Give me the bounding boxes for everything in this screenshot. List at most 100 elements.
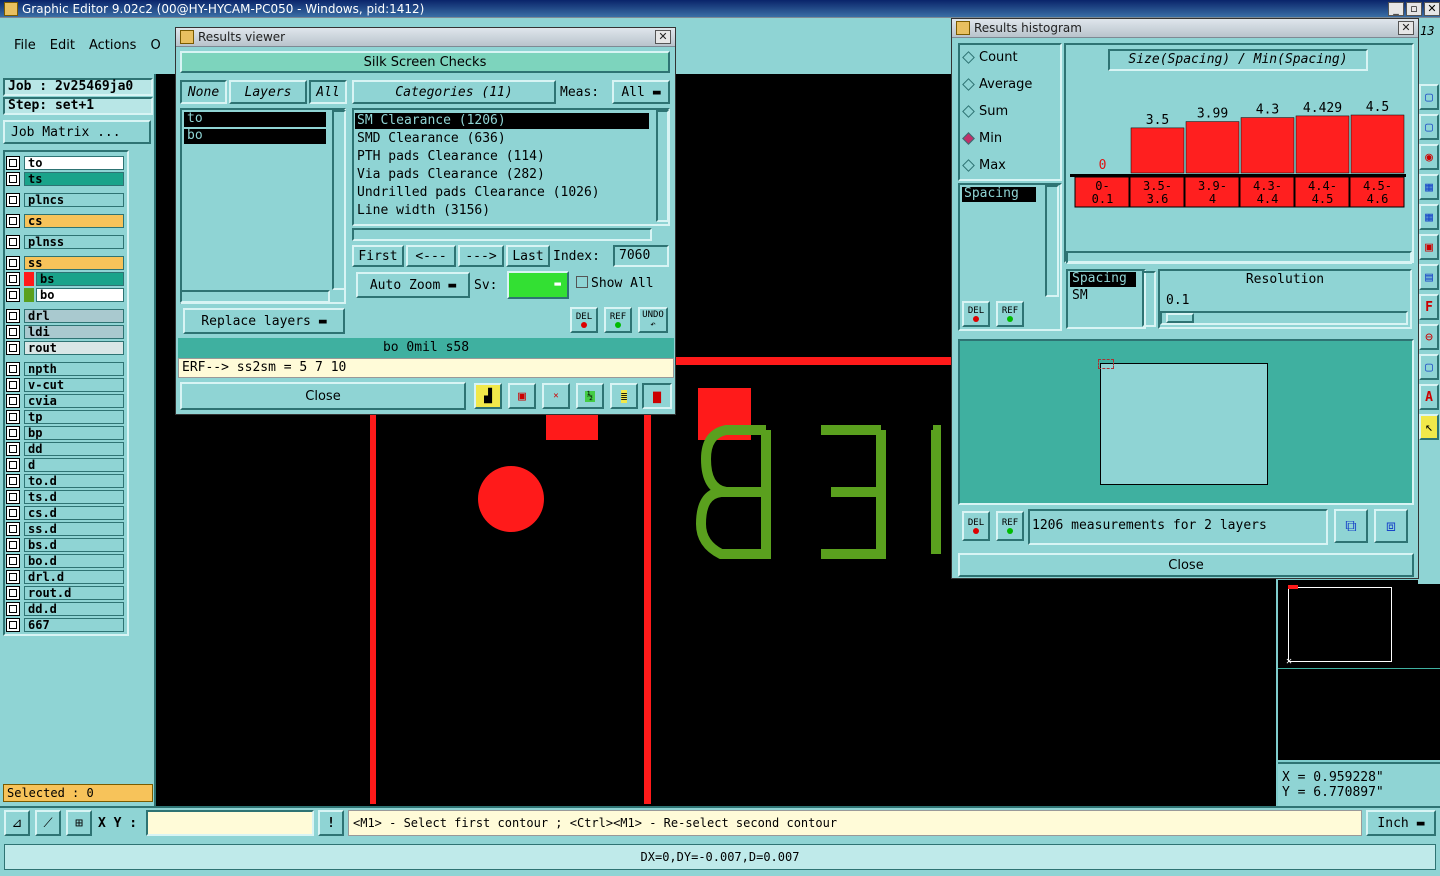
- tool-icon[interactable]: ⊖: [1419, 324, 1439, 350]
- last-button[interactable]: Last: [506, 245, 550, 267]
- job-matrix-button[interactable]: Job Matrix ...: [3, 120, 151, 144]
- layer-row-ss.d[interactable]: ss.d: [6, 521, 124, 536]
- layers-button[interactable]: Layers: [229, 80, 307, 104]
- layer-checkbox[interactable]: [6, 171, 20, 186]
- option-min[interactable]: Min: [962, 131, 1002, 146]
- tool-icon[interactable]: ▣: [1419, 234, 1439, 260]
- undo-button[interactable]: UNDO ↶: [638, 307, 668, 333]
- layer-checkbox[interactable]: [6, 441, 20, 456]
- layer-row-dd.d[interactable]: dd.d: [6, 601, 124, 616]
- layer-row-cs[interactable]: cs: [6, 213, 124, 228]
- resolution-slider[interactable]: [1160, 311, 1408, 325]
- first-button[interactable]: First: [352, 245, 404, 267]
- measure-scrollbar[interactable]: [1045, 185, 1059, 297]
- layer-row-plnss[interactable]: plnss: [6, 234, 124, 249]
- next-button[interactable]: --->: [458, 245, 504, 267]
- category-item[interactable]: Via pads Clearance (282): [355, 167, 649, 183]
- layer-checkbox[interactable]: [6, 473, 20, 488]
- preview-del-button[interactable]: DEL: [962, 511, 990, 541]
- layer-row-npth[interactable]: npth: [6, 361, 124, 376]
- layer-checkbox[interactable]: [6, 287, 20, 302]
- layer-checkbox[interactable]: [6, 393, 20, 408]
- replace-layers-dropdown[interactable]: Replace layers ▬: [183, 308, 345, 334]
- import-icon[interactable]: ⧈: [1374, 509, 1408, 543]
- menu-actions[interactable]: Actions: [89, 38, 137, 53]
- ref-cross-icon[interactable]: ✕: [542, 383, 570, 409]
- app-title-bar[interactable]: Graphic Editor 9.02c2 (00@HY-HYCAM-PC050…: [0, 0, 1440, 18]
- auto-zoom-dropdown[interactable]: Auto Zoom ▬: [356, 272, 470, 298]
- layer-checkbox[interactable]: [6, 569, 20, 584]
- close-icon[interactable]: ✕: [1398, 21, 1414, 35]
- hist-ref-button[interactable]: REF: [996, 301, 1024, 327]
- menu-options[interactable]: O: [150, 38, 160, 53]
- layer-row-tp[interactable]: tp: [6, 409, 124, 424]
- tool-icon[interactable]: F: [1419, 294, 1439, 320]
- tool-icon[interactable]: A: [1419, 384, 1439, 410]
- layer-row-ss[interactable]: ss: [6, 255, 124, 270]
- layer-checkbox[interactable]: [6, 324, 20, 339]
- layer-list-hscrollbar[interactable]: [180, 290, 330, 303]
- resolution-slider-thumb[interactable]: [1166, 313, 1194, 323]
- menu-file[interactable]: File: [14, 38, 36, 53]
- category-item[interactable]: SM Clearance (1206): [355, 113, 649, 129]
- report-icon[interactable]: ≣: [610, 383, 638, 409]
- layer-row-v-cut[interactable]: v-cut: [6, 377, 124, 392]
- hist-close-button[interactable]: Close: [958, 553, 1414, 577]
- layer-checkbox[interactable]: [6, 585, 20, 600]
- export-icon[interactable]: ⧉: [1334, 509, 1368, 543]
- option-average[interactable]: Average: [962, 77, 1032, 92]
- pointer-tool-icon[interactable]: ↖: [1419, 414, 1439, 440]
- layer-row-bs.d[interactable]: bs.d: [6, 537, 124, 552]
- tool-icon[interactable]: ▢: [1419, 114, 1439, 140]
- layer-row-ts[interactable]: ts: [6, 171, 124, 186]
- histogram-titlebar[interactable]: Results histogram ✕: [952, 19, 1418, 38]
- layer-row-to[interactable]: to: [6, 155, 124, 170]
- layer-checkbox[interactable]: [6, 361, 20, 376]
- option-count[interactable]: Count: [962, 50, 1018, 65]
- menu-edit[interactable]: Edit: [50, 38, 75, 53]
- category-scrollbar[interactable]: [656, 110, 669, 222]
- layer-row-dd[interactable]: dd: [6, 441, 124, 456]
- layer-row-drl.d[interactable]: drl.d: [6, 569, 124, 584]
- selection-scrollbar[interactable]: [1142, 271, 1156, 327]
- snap-icon[interactable]: ⊿: [4, 810, 30, 836]
- results-viewer-titlebar[interactable]: Results viewer ✕: [176, 28, 675, 47]
- category-hscrollbar[interactable]: [352, 228, 652, 241]
- layer-row-to.d[interactable]: to.d: [6, 473, 124, 488]
- layer-row-plncs[interactable]: plncs: [6, 192, 124, 207]
- numbered-list-icon[interactable]: ½: [576, 383, 604, 409]
- tool-icon[interactable]: ▢: [1419, 354, 1439, 380]
- layer-checkbox[interactable]: [6, 340, 20, 355]
- layer-row-bo[interactable]: bo: [6, 287, 124, 302]
- tool-icon[interactable]: ▤: [1419, 264, 1439, 290]
- measure-tool-icon[interactable]: ⟋: [35, 810, 61, 836]
- layer-checkbox[interactable]: [6, 521, 20, 536]
- layer-checkbox[interactable]: [6, 192, 20, 207]
- layer-checkbox[interactable]: [6, 505, 20, 520]
- layer-checkbox[interactable]: [6, 601, 20, 616]
- tool-icon[interactable]: ▦: [1419, 174, 1439, 200]
- layer-row-bo.d[interactable]: bo.d: [6, 553, 124, 568]
- meas-dropdown[interactable]: All ▬: [612, 80, 670, 104]
- measure-icon[interactable]: ▟: [474, 383, 502, 409]
- option-max[interactable]: Max: [962, 158, 1006, 173]
- show-all-checkbox[interactable]: [576, 276, 588, 288]
- ref-button[interactable]: REF: [604, 307, 632, 333]
- close-button[interactable]: Close: [180, 382, 466, 410]
- layer-row-rout[interactable]: rout: [6, 340, 124, 355]
- layer-row-bp[interactable]: bp: [6, 425, 124, 440]
- layer-result-list[interactable]: to bo: [180, 108, 346, 304]
- tool-icon[interactable]: ◉: [1419, 144, 1439, 170]
- layer-row-d[interactable]: d: [6, 457, 124, 472]
- layer-checkbox[interactable]: [6, 271, 20, 286]
- layer-result-item[interactable]: bo: [184, 129, 326, 144]
- layer-row-ldi[interactable]: ldi: [6, 324, 124, 339]
- category-item[interactable]: Undrilled pads Clearance (1026): [355, 185, 649, 201]
- display-icon[interactable]: ▣: [508, 383, 536, 409]
- layer-checkbox[interactable]: [6, 553, 20, 568]
- layer-checkbox[interactable]: [6, 377, 20, 392]
- close-icon[interactable]: ✕: [1424, 2, 1440, 16]
- layer-checkbox[interactable]: [6, 425, 20, 440]
- hist-del-button[interactable]: DEL: [962, 301, 990, 327]
- xy-input[interactable]: [146, 810, 314, 836]
